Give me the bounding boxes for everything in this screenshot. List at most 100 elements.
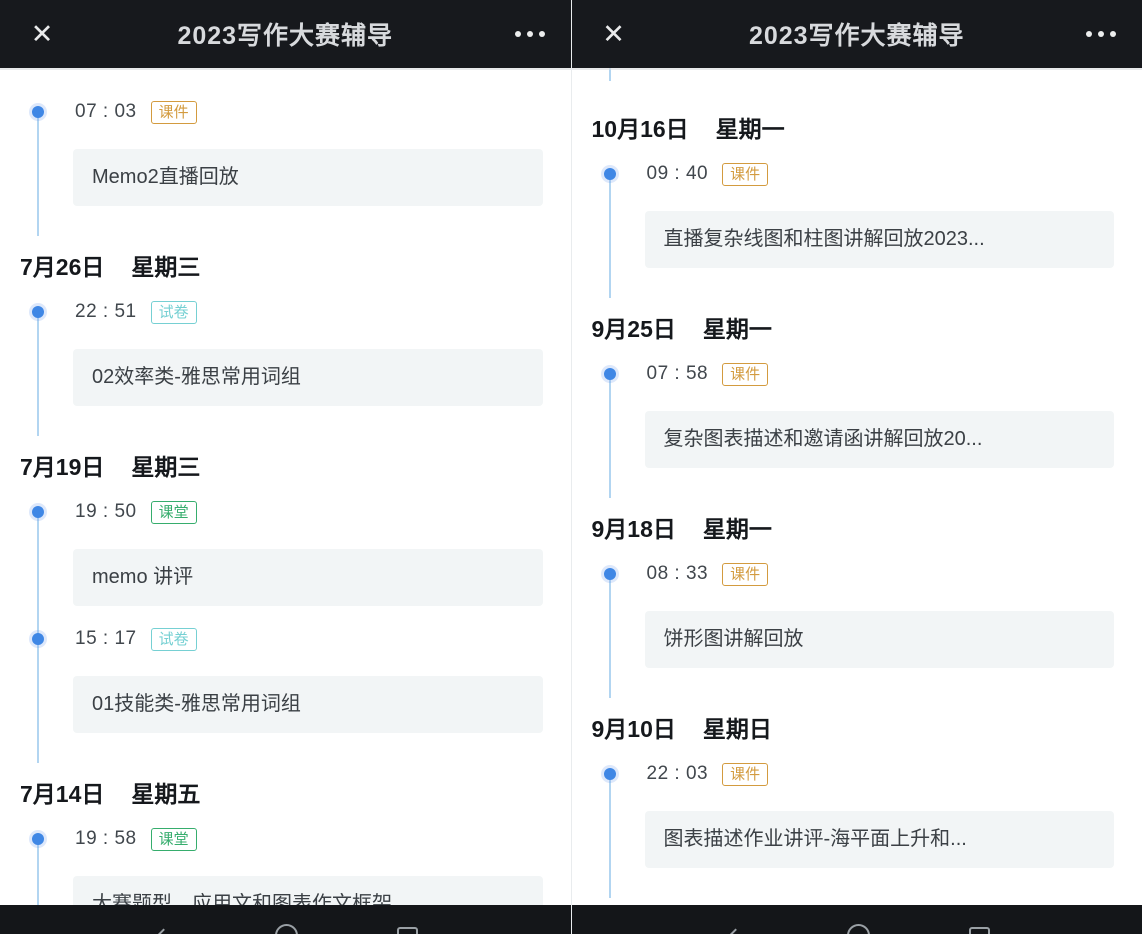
entry-meta: 22 : 03 课件 bbox=[647, 761, 1142, 787]
entry-time: 08 : 33 bbox=[647, 563, 709, 585]
weekday-label: 星期三 bbox=[131, 454, 200, 480]
entry-time: 15 : 17 bbox=[75, 628, 137, 650]
timeline-entries: 22 : 03 课件图表描述作业讲评-海平面上升和... bbox=[572, 761, 1142, 868]
timeline-content: 10月16日星期一09 : 40课件直播复杂线图和柱图讲解回放2023...9月… bbox=[572, 68, 1142, 905]
stitched-screenshots: ✕ 2023写作大赛辅导 07 : 03课件Memo2直播回放7月26日星期三2… bbox=[0, 0, 1142, 934]
page-title: 2023写作大赛辅导 bbox=[749, 16, 965, 52]
date-label: 7月19日 bbox=[20, 454, 104, 480]
timeline-entries: 19 : 50 课堂 memo 讲评 15 : 17 试卷 01技能类-雅思常用词组 bbox=[0, 499, 571, 733]
type-badge: 课堂 bbox=[151, 828, 197, 851]
android-nav-bar bbox=[0, 905, 571, 934]
date-label: 9月25日 bbox=[592, 316, 676, 342]
weekday-label: 星期五 bbox=[131, 781, 200, 807]
timeline-dot-icon bbox=[32, 833, 44, 845]
date-header: 9月10日星期日 bbox=[592, 714, 1142, 744]
timeline-day-group: 9月25日 星期一 07 : 58 课件复杂图表描述和邀请函讲解回放20... bbox=[572, 314, 1142, 468]
date-header: 7月14日 星期五 bbox=[20, 779, 571, 809]
nav-back-icon[interactable] bbox=[151, 928, 175, 934]
entry-time: 09 : 40 bbox=[647, 163, 709, 185]
entry-meta: 19 : 50 课堂 bbox=[75, 499, 571, 525]
timeline-content: 07 : 03课件Memo2直播回放7月26日星期三22 : 51试卷02效率类… bbox=[0, 68, 571, 919]
date-header: 9月25日 星期一 bbox=[592, 314, 1142, 344]
timeline-card[interactable]: memo 讲评 bbox=[73, 549, 543, 606]
timeline-entry: 09 : 40 课件直播复杂线图和柱图讲解回放2023... bbox=[572, 161, 1142, 268]
close-icon[interactable]: ✕ bbox=[592, 0, 636, 68]
timeline-entries: 08 : 33 课件饼形图讲解回放 bbox=[572, 561, 1142, 668]
weekday-label: 星期一 bbox=[703, 516, 772, 542]
timeline-day-group: 07 : 03课件 Memo2直播回放 bbox=[0, 99, 571, 206]
type-badge: 课件 bbox=[722, 363, 768, 386]
more-menu-icon[interactable] bbox=[1086, 0, 1116, 68]
timeline-card[interactable]: 图表描述作业讲评-海平面上升和... bbox=[645, 811, 1115, 868]
type-badge: 试卷 bbox=[151, 301, 197, 324]
timeline-day-group: 9月18日 星期一 08 : 33 课件饼形图讲解回放 bbox=[572, 514, 1142, 668]
timeline-dot-icon bbox=[604, 368, 616, 380]
timeline-entries: 07 : 03课件 Memo2直播回放 bbox=[0, 99, 571, 206]
timeline-entry: 22 : 03 课件图表描述作业讲评-海平面上升和... bbox=[572, 761, 1142, 868]
date-header: 7月19日 星期三 bbox=[20, 452, 571, 482]
timeline-day-group: 10月16日 星期一 09 : 40 课件直播复杂线图和柱图讲解回放2023... bbox=[572, 114, 1142, 268]
timeline-entries: 09 : 40 课件直播复杂线图和柱图讲解回放2023... bbox=[572, 161, 1142, 268]
type-badge: 试卷 bbox=[151, 628, 197, 651]
entry-meta: 09 : 40 课件 bbox=[647, 161, 1142, 187]
entry-meta: 08 : 33 课件 bbox=[647, 561, 1142, 587]
nav-recents-icon[interactable] bbox=[969, 927, 990, 934]
timeline-dot-icon bbox=[32, 506, 44, 518]
timeline-dot-icon bbox=[604, 768, 616, 780]
more-menu-icon[interactable] bbox=[515, 0, 545, 68]
timeline-dot-icon bbox=[32, 306, 44, 318]
android-nav-bar bbox=[572, 905, 1142, 934]
screenshot-left-panel: ✕ 2023写作大赛辅导 07 : 03课件Memo2直播回放7月26日星期三2… bbox=[0, 0, 571, 934]
entry-meta: 19 : 58 课堂 bbox=[75, 826, 571, 852]
timeline-card[interactable]: 01技能类-雅思常用词组 bbox=[73, 676, 543, 733]
timeline-entries: 07 : 58 课件复杂图表描述和邀请函讲解回放20... bbox=[572, 361, 1142, 468]
type-badge: 课件 bbox=[722, 763, 768, 786]
date-label: 10月16日 bbox=[592, 116, 689, 142]
nav-home-icon[interactable] bbox=[847, 924, 870, 934]
timeline-entry: 15 : 17 试卷 01技能类-雅思常用词组 bbox=[0, 626, 571, 733]
timeline-dot-icon bbox=[604, 168, 616, 180]
entry-time: 07 : 03 bbox=[75, 101, 137, 123]
app-header: ✕ 2023写作大赛辅导 bbox=[572, 0, 1142, 68]
timeline-dot-icon bbox=[604, 568, 616, 580]
timeline-entry: 07 : 03课件 Memo2直播回放 bbox=[0, 99, 571, 206]
entry-meta: 15 : 17 试卷 bbox=[75, 626, 571, 652]
date-header: 7月26日 星期三 bbox=[20, 252, 571, 282]
timeline-entries: 22 : 51 试卷 02效率类-雅思常用词组 bbox=[0, 299, 571, 406]
timeline-entry: 08 : 33 课件饼形图讲解回放 bbox=[572, 561, 1142, 668]
entry-time: 19 : 50 bbox=[75, 501, 137, 523]
entry-time: 19 : 58 bbox=[75, 828, 137, 850]
date-header: 10月16日 星期一 bbox=[592, 114, 1142, 144]
timeline-card[interactable]: Memo2直播回放 bbox=[73, 149, 543, 206]
timeline-entry: 07 : 58 课件复杂图表描述和邀请函讲解回放20... bbox=[572, 361, 1142, 468]
entry-meta: 07 : 03课件 bbox=[75, 99, 571, 125]
weekday-label: 星期三 bbox=[131, 254, 200, 280]
timeline-day-group: 9月10日星期日 22 : 03 课件图表描述作业讲评-海平面上升和... bbox=[572, 714, 1142, 868]
type-badge: 课堂 bbox=[151, 501, 197, 524]
nav-home-icon[interactable] bbox=[275, 924, 298, 934]
type-badge: 课件 bbox=[722, 563, 768, 586]
date-label: 9月18日 bbox=[592, 516, 676, 542]
type-badge: 课件 bbox=[722, 163, 768, 186]
timeline-card[interactable]: 直播复杂线图和柱图讲解回放2023... bbox=[645, 211, 1115, 268]
timeline-dot-icon bbox=[32, 106, 44, 118]
screenshot-right-panel: ✕ 2023写作大赛辅导 10月16日星期一09 : 40课件直播复杂线图和柱图… bbox=[571, 0, 1142, 934]
timeline-card[interactable]: 饼形图讲解回放 bbox=[645, 611, 1115, 668]
timeline-card[interactable]: 复杂图表描述和邀请函讲解回放20... bbox=[645, 411, 1115, 468]
nav-back-icon[interactable] bbox=[723, 928, 747, 934]
close-icon[interactable]: ✕ bbox=[20, 0, 64, 68]
timeline-entry: 19 : 50 课堂 memo 讲评 bbox=[0, 499, 571, 606]
entry-time: 22 : 51 bbox=[75, 301, 137, 323]
weekday-label: 星期一 bbox=[716, 116, 785, 142]
weekday-label: 星期一 bbox=[703, 316, 772, 342]
date-label: 7月26日 bbox=[20, 254, 104, 280]
timeline-dot-icon bbox=[32, 633, 44, 645]
timeline-day-group: 7月14日星期五19 : 58课堂大赛题型，应用文和图表作文框架 bbox=[0, 779, 571, 919]
timeline-card[interactable]: 02效率类-雅思常用词组 bbox=[73, 349, 543, 406]
entry-time: 22 : 03 bbox=[647, 763, 709, 785]
weekday-label: 星期日 bbox=[703, 716, 772, 742]
date-label: 7月14日 bbox=[20, 781, 104, 807]
nav-recents-icon[interactable] bbox=[397, 927, 418, 934]
page-title: 2023写作大赛辅导 bbox=[177, 16, 393, 52]
entry-time: 07 : 58 bbox=[647, 363, 709, 385]
